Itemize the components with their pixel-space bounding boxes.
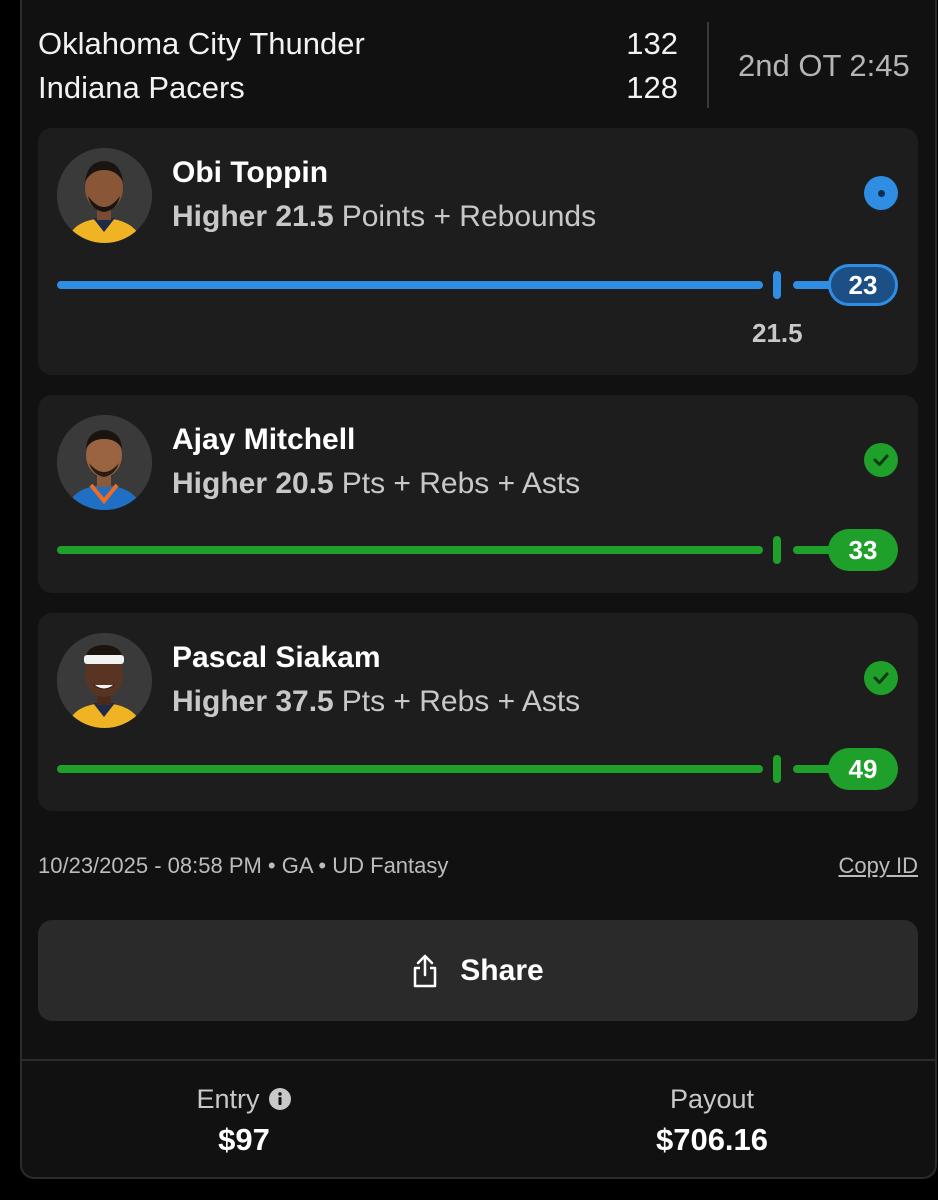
pick-stat-type: Points + Rebounds (341, 200, 597, 233)
pick-stat-type: Pts + Rebs + Asts (341, 685, 581, 718)
progress-bar-tail (793, 765, 833, 773)
player-name: Obi Toppin (172, 156, 329, 189)
entry-label-row: Entry (144, 1084, 344, 1115)
share-button[interactable]: Share (38, 920, 918, 1021)
pick-direction: Higher 37.5 (172, 685, 334, 718)
check-circle-icon (864, 661, 898, 695)
current-value-pill: 49 (828, 748, 898, 790)
pick-card[interactable]: Ajay Mitchell Higher 20.5 Pts + Rebs + As… (38, 395, 918, 593)
pick-line: Higher 20.5 Pts + Rebs + Asts (172, 467, 580, 501)
check-circle-icon (864, 443, 898, 477)
pick-line: Higher 37.5 Pts + Rebs + Asts (172, 685, 580, 719)
progress-bar-tail (793, 281, 833, 289)
footer-divider (22, 1059, 935, 1061)
team-score-home: 132 (626, 26, 678, 61)
progress-bar (57, 281, 763, 289)
progress-bar (57, 546, 763, 554)
line-marker (773, 271, 781, 299)
share-label: Share (460, 953, 544, 987)
entry-meta: 10/23/2025 - 08:58 PM • GA • UD Fantasy (38, 853, 449, 878)
game-clock: 2nd OT 2:45 (738, 48, 910, 83)
line-marker (773, 536, 781, 564)
payout-label: Payout (669, 1084, 755, 1114)
player-name: Ajay Mitchell (172, 423, 356, 456)
scoreboard: Oklahoma City Thunder 132 Indiana Pacers… (0, 0, 938, 120)
pick-card[interactable]: Obi Toppin Higher 21.5 Points + Rebounds … (38, 128, 918, 375)
progress-bar-tail (793, 546, 833, 554)
share-icon (414, 954, 437, 987)
player-name: Pascal Siakam (172, 641, 381, 674)
entry-label: Entry (196, 1084, 260, 1114)
pick-card[interactable]: Pascal Siakam Higher 37.5 Pts + Rebs + As… (38, 613, 918, 811)
player-avatar (57, 633, 152, 728)
team-name-away: Indiana Pacers (38, 70, 245, 105)
pick-stat-type: Pts + Rebs + Asts (341, 467, 581, 500)
entry-amount: $97 (218, 1122, 270, 1157)
player-avatar (57, 148, 152, 243)
team-score-away: 128 (626, 70, 678, 105)
live-dot-icon (864, 176, 898, 210)
copy-id-link[interactable]: Copy ID (839, 853, 918, 879)
scoreboard-divider (707, 22, 709, 108)
pick-direction: Higher 21.5 (172, 200, 334, 233)
pick-direction: Higher 20.5 (172, 467, 334, 500)
progress-bar (57, 765, 763, 773)
line-value-label: 21.5 (752, 318, 803, 348)
current-value-pill: 23 (828, 264, 898, 306)
line-marker (773, 755, 781, 783)
pick-line: Higher 21.5 Points + Rebounds (172, 200, 596, 234)
player-avatar (57, 415, 152, 510)
payout-amount: $706.16 (655, 1122, 769, 1157)
current-value-pill: 33 (828, 529, 898, 571)
team-name-home: Oklahoma City Thunder (38, 26, 365, 61)
info-icon[interactable] (268, 1087, 292, 1111)
